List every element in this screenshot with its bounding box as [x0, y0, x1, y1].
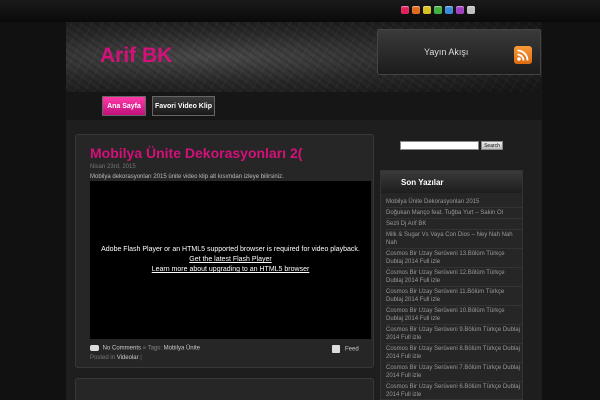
color-swatch[interactable]	[445, 6, 453, 14]
recent-post-link[interactable]: Cosmos Bir Uzay Serüveni 13.Bölüm Türkçe…	[386, 249, 522, 268]
color-swatch[interactable]	[412, 6, 420, 14]
site-title[interactable]: Arif BK	[100, 44, 172, 68]
nav-item-favorite-video[interactable]: Favori Video Klip	[152, 96, 215, 116]
recent-post-link[interactable]: Cosmos Bir Uzay Serüveni 10.Bölüm Türkçe…	[386, 306, 522, 325]
posted-in-prefix: Posted in	[90, 355, 116, 361]
recent-posts-widget: Son Yazılar Mobilya Ünite Dekorasyonları…	[380, 170, 523, 400]
recent-post-link[interactable]: Milk & Sugar Vs Vaya Con Dios – Ney Nah …	[386, 230, 522, 249]
feed-label[interactable]: Feed	[345, 347, 359, 353]
top-bar	[0, 0, 600, 22]
next-post-card	[75, 378, 374, 400]
tags-prefix: » Tags:	[142, 345, 162, 352]
recent-post-link[interactable]: Sezli Dj Arif BK	[386, 219, 522, 230]
category-separator: |	[140, 355, 142, 361]
color-swatch[interactable]	[423, 6, 431, 14]
recent-post-link[interactable]: Cosmos Bir Uzay Serüveni 7.Bölüm Türkçe …	[386, 363, 522, 382]
widget-heading: Son Yazılar	[381, 171, 522, 193]
posted-in: Posted in Videolar |	[90, 355, 142, 361]
post-date: Nisan 23rd, 2015	[90, 164, 136, 170]
recent-post-link[interactable]: Cosmos Bir Uzay Serüveni 11.Bölüm Türkçe…	[386, 287, 522, 306]
color-swatches	[401, 6, 475, 14]
main-nav: Ana Sayfa Favori Video Klip	[66, 92, 542, 120]
tag-link[interactable]: Mobilya Ünite	[164, 346, 200, 352]
color-swatch[interactable]	[467, 6, 475, 14]
post-meta: No Comments » Tags: Mobilya Ünite	[90, 345, 200, 352]
color-swatch[interactable]	[456, 6, 464, 14]
rss-icon[interactable]	[514, 46, 532, 64]
comments-link[interactable]: No Comments	[103, 346, 141, 352]
recent-post-link[interactable]: Cosmos Bir Uzay Serüveni 9.Bölüm Türkçe …	[386, 325, 522, 344]
color-swatch[interactable]	[401, 6, 409, 14]
video-player[interactable]: Adobe Flash Player or an HTML5 supported…	[90, 181, 371, 339]
comment-icon	[90, 345, 99, 351]
recent-post-link[interactable]: Cosmos Bir Uzay Serüveni 8.Bölüm Türkçe …	[386, 344, 522, 363]
post-excerpt: Mobilya dekorasyonları 2015 ünite video …	[90, 174, 284, 180]
color-swatch[interactable]	[434, 6, 442, 14]
rss-label[interactable]: Yayın Akışı	[424, 47, 468, 57]
recent-post-link[interactable]: Cosmos Bir Uzay Serüveni 12.Bölüm Türkçe…	[386, 268, 522, 287]
html5-browser-link[interactable]: Learn more about upgrading to an HTML5 b…	[90, 266, 371, 273]
recent-post-link[interactable]: Mobilya Ünite Dekorasyonları 2015	[386, 197, 522, 208]
widget-heading-label: Son Yazılar	[401, 178, 444, 187]
recent-posts-list: Mobilya Ünite Dekorasyonları 2015 Doğukan…	[386, 197, 522, 400]
rss-feed-box[interactable]: Yayın Akışı	[377, 29, 541, 75]
post-feed[interactable]: Feed	[332, 345, 359, 353]
post-title[interactable]: Mobilya Ünite Dekorasyonları 2(	[90, 145, 302, 161]
flash-player-link[interactable]: Get the latest Flash Player	[90, 256, 371, 263]
recent-post-link[interactable]: Cosmos Bir Uzay Serüveni 6.Bölüm Türkçe …	[386, 382, 522, 400]
recent-post-link[interactable]: Doğukan Manço feat. Tuğba Yurt – Sakin O…	[386, 208, 522, 219]
category-link[interactable]: Videolar	[117, 355, 139, 361]
player-message: Adobe Flash Player or an HTML5 supported…	[101, 246, 360, 253]
post-card: Mobilya Ünite Dekorasyonları 2( Nisan 23…	[75, 134, 374, 368]
search-input[interactable]	[400, 141, 479, 150]
nav-item-home[interactable]: Ana Sayfa	[102, 96, 146, 116]
feed-icon	[332, 345, 340, 353]
search-button[interactable]: Search	[481, 141, 503, 150]
